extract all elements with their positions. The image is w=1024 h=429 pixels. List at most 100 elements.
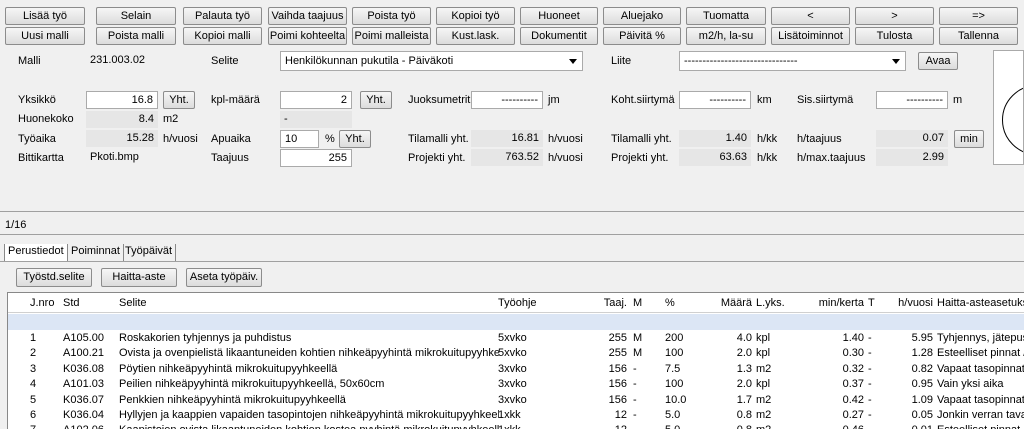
juoksumetrit-input[interactable]: ----------	[471, 91, 543, 109]
projekti-label: Projekti yht.	[408, 152, 466, 164]
column-header-7[interactable]: Määrä	[708, 296, 752, 310]
toolbar2-button-8[interactable]: m2/h, la-su	[686, 27, 766, 45]
toolbar1-button-11[interactable]: =>	[939, 7, 1018, 25]
table-cell: Roskakorien tyhjennys ja puhdistus	[119, 332, 292, 344]
kpl-input[interactable]: 2	[280, 91, 352, 109]
yksikko-input[interactable]: 16.8	[86, 91, 158, 109]
toolbar2-button-7[interactable]: Päivitä %	[603, 27, 681, 45]
table-row[interactable]: 5 K036.07 Penkkien nihkeäpyyhintä mikrokui…	[8, 393, 1024, 408]
table-cell: Kaapistojen ovista likaantuneiden kohtie…	[119, 423, 499, 429]
column-header-2[interactable]: Selite	[119, 296, 499, 310]
toolbar2-button-3[interactable]: Poimi kohteelta	[268, 27, 347, 45]
table-cell: 5.0	[665, 409, 681, 421]
selite-select[interactable]: Henkilökunnan pukutila - Päiväkoti	[280, 51, 583, 71]
table-row[interactable]: 6 K036.04 Hyllyjen ja kaappien vapaiden ta…	[8, 408, 1024, 423]
column-header-11[interactable]: h/vuosi	[883, 296, 933, 310]
column-header-4[interactable]: Taaj.	[593, 296, 627, 310]
bitmap-preview	[993, 50, 1024, 165]
table-cell: 5.95	[911, 332, 933, 344]
m2-unit: m2	[163, 113, 179, 125]
toolbar2-button-9[interactable]: Lisätoiminnot	[771, 27, 850, 45]
tab-tyopaivat[interactable]: Työpäivät	[122, 244, 177, 261]
divider	[0, 234, 1024, 235]
column-header-5[interactable]: M	[633, 296, 651, 310]
toolbar2-button-10[interactable]: Tulosta	[855, 27, 934, 45]
aseta-tyopaiv-button[interactable]: Aseta työpäiv.	[186, 268, 262, 287]
huonekoko-label: Huonekoko	[18, 113, 74, 125]
table-cell: 255	[608, 347, 627, 360]
table-row[interactable]: 4 A101.03 Peilien nihkeäpyyhintä mikrokuit…	[8, 377, 1024, 392]
toolbar1-button-3[interactable]: Vaihda taajuus	[268, 7, 347, 25]
avaa-button[interactable]: Avaa	[918, 52, 958, 70]
table-cell: -	[868, 362, 872, 375]
column-header-12[interactable]: Haitta-asteasetuks	[937, 296, 1024, 310]
selite-value: Henkilökunnan pukutila - Päiväkoti	[285, 55, 454, 67]
table-row[interactable]: 7A102.06Kaapistojen ovista likaantuneide…	[8, 423, 1024, 429]
kpl-yht-button[interactable]: Yht.	[360, 91, 392, 109]
table-cell: M	[633, 332, 643, 344]
table-row[interactable]: 2 A100.21 Ovista ja ovenpielistä likaantun…	[8, 346, 1024, 361]
sis-input[interactable]: ----------	[876, 91, 948, 109]
table-cell: 12	[593, 423, 627, 429]
toolbar1-button-4[interactable]: Poista työ	[352, 7, 431, 25]
table-cell: 0.95	[911, 378, 933, 391]
column-header-9[interactable]: min/kerta	[798, 296, 864, 310]
toolbar1-button-6[interactable]: Huoneet	[520, 7, 598, 25]
yksikko-yht-button[interactable]: Yht.	[163, 91, 195, 109]
column-header-0[interactable]: J.nro	[30, 296, 60, 310]
table-cell: 3xvko	[498, 362, 527, 375]
bittikartta-label: Bittikartta	[18, 152, 64, 164]
toolbar1-button-0[interactable]: Lisää työ	[5, 7, 85, 25]
table-cell: A105.00	[63, 332, 104, 344]
toolbar2-button-1[interactable]: Poista malli	[96, 27, 176, 45]
min-button[interactable]: min	[954, 130, 984, 148]
huonekoko-value: 8.4	[86, 111, 158, 128]
koht-input[interactable]: ----------	[679, 91, 751, 109]
column-header-1[interactable]: Std	[63, 296, 118, 310]
column-header-3[interactable]: Työohje	[498, 296, 578, 310]
tab-poiminnat[interactable]: Poiminnat	[68, 244, 124, 261]
toolbar1-button-2[interactable]: Palauta työ	[183, 7, 262, 25]
column-header-8[interactable]: L.yks.	[756, 296, 796, 310]
toolbar2-button-11[interactable]: Tallenna	[939, 27, 1018, 45]
toolbar1-button-5[interactable]: Kopioi työ	[436, 7, 515, 25]
table-cell: 5.0	[665, 423, 705, 429]
table-cell: 0.32	[842, 362, 864, 375]
table-cell: 3	[30, 362, 37, 375]
column-header-6[interactable]: %	[665, 296, 705, 310]
table-cell: 6	[30, 409, 37, 421]
tilamalli-label: Tilamalli yht.	[408, 133, 469, 145]
taajuus-input[interactable]: 255	[280, 149, 352, 167]
tab-perustiedot[interactable]: Perustiedot	[4, 244, 68, 261]
toolbar2-button-5[interactable]: Kust.lask.	[436, 27, 515, 45]
toolbar1-button-7[interactable]: Aluejako	[603, 7, 681, 25]
toolbar2-button-4[interactable]: Poimi malleista	[352, 27, 431, 45]
toolbar1-button-8[interactable]: Tuomatta	[686, 7, 766, 25]
table-cell: m2	[756, 393, 772, 406]
chevron-down-icon	[569, 59, 577, 64]
selected-empty-row[interactable]	[8, 314, 1024, 330]
tyostd-selite-button[interactable]: Työstd.selite	[16, 268, 92, 287]
haitta-aste-button[interactable]: Haitta-aste	[101, 268, 177, 287]
table-cell: Vapaat tasopinnat	[937, 393, 1024, 406]
table-cell: 4.0	[736, 332, 752, 344]
toolbar1-button-1[interactable]: Selain	[96, 7, 176, 25]
table-cell: Jonkin verran tavar	[937, 409, 1024, 421]
liite-select[interactable]: -------------------------------	[679, 51, 906, 71]
column-header-10[interactable]: T	[868, 296, 880, 310]
toolbar2-button-0[interactable]: Uusi malli	[5, 27, 85, 45]
apuaika-input[interactable]: 10	[280, 130, 319, 148]
projekti-value: 763.52	[471, 149, 543, 166]
toolbar2-button-6[interactable]: Dokumentit	[520, 27, 598, 45]
data-grid[interactable]: J.nro Std Selite Työohje Taaj. M% Määrä L.yks. m…	[7, 292, 1024, 429]
table-cell: K036.08	[63, 362, 104, 375]
table-row[interactable]: 3 K036.08 Pöytien nihkeäpyyhintä mikrokuit…	[8, 362, 1024, 377]
toolbar1-button-9[interactable]: <	[771, 7, 850, 25]
table-cell: 5xvko	[498, 347, 527, 360]
toolbar2-button-2[interactable]: Kopioi malli	[183, 27, 262, 45]
apuaika-yht-button[interactable]: Yht.	[339, 130, 371, 148]
apuaika-label: Apuaika	[211, 133, 251, 145]
table-cell: -	[633, 393, 637, 406]
table-row[interactable]: 1 A105.00 Roskakorien tyhjennys ja puhdist…	[8, 331, 1024, 346]
toolbar1-button-10[interactable]: >	[855, 7, 934, 25]
